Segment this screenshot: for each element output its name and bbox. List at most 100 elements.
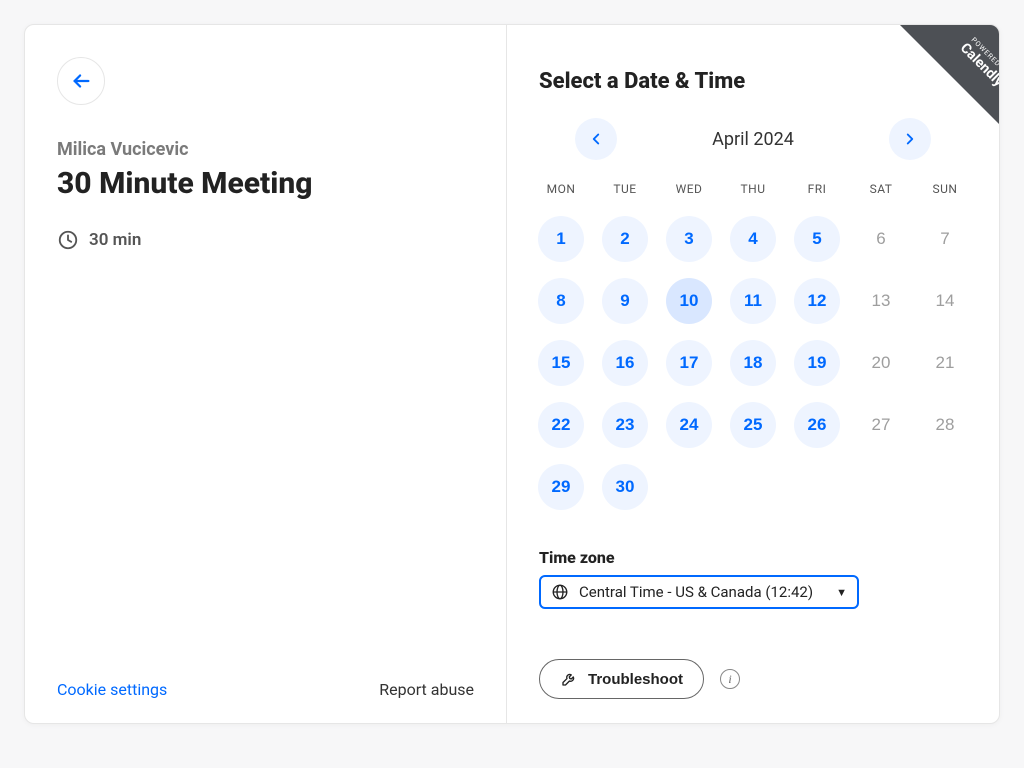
caret-down-icon: ▼ bbox=[836, 586, 847, 599]
day-cell: 25 bbox=[723, 396, 783, 454]
month-navigation: April 2024 bbox=[531, 118, 975, 160]
calendar-day-unavailable: 28 bbox=[922, 402, 968, 448]
day-cell bbox=[787, 458, 847, 516]
day-cell bbox=[723, 458, 783, 516]
calendar-day-unavailable: 13 bbox=[858, 278, 904, 324]
event-details-pane: Milica Vucicevic 30 Minute Meeting 30 mi… bbox=[25, 25, 507, 723]
calendar-day-available[interactable]: 22 bbox=[538, 402, 584, 448]
left-footer: Cookie settings Report abuse bbox=[57, 680, 474, 699]
calendar-day-available[interactable]: 24 bbox=[666, 402, 712, 448]
day-cell: 28 bbox=[915, 396, 975, 454]
troubleshoot-button[interactable]: Troubleshoot bbox=[539, 659, 704, 699]
day-cell: 24 bbox=[659, 396, 719, 454]
calendar-day-available[interactable]: 10 bbox=[666, 278, 712, 324]
calendar-day-available[interactable]: 30 bbox=[602, 464, 648, 510]
calendar-day-available[interactable]: 23 bbox=[602, 402, 648, 448]
wrench-icon bbox=[560, 670, 578, 688]
day-cell: 30 bbox=[595, 458, 655, 516]
day-cell: 12 bbox=[787, 272, 847, 330]
calendar-day-unavailable: 20 bbox=[858, 340, 904, 386]
day-cell: 7 bbox=[915, 210, 975, 268]
calendar-day-unavailable: 6 bbox=[858, 216, 904, 262]
calendar-day-available[interactable]: 18 bbox=[730, 340, 776, 386]
calendar-day-unavailable: 21 bbox=[922, 340, 968, 386]
date-time-pane: Select a Date & Time April 2024 MONTUEWE… bbox=[507, 25, 999, 723]
calendar-day-available[interactable]: 11 bbox=[730, 278, 776, 324]
globe-icon bbox=[551, 583, 569, 601]
duration-row: 30 min bbox=[57, 229, 474, 251]
day-cell: 21 bbox=[915, 334, 975, 392]
day-cell: 10 bbox=[659, 272, 719, 330]
calendar-day-available[interactable]: 1 bbox=[538, 216, 584, 262]
day-cell: 18 bbox=[723, 334, 783, 392]
day-cell: 23 bbox=[595, 396, 655, 454]
duration-label: 30 min bbox=[89, 230, 141, 250]
prev-month-button[interactable] bbox=[575, 118, 617, 160]
troubleshoot-label: Troubleshoot bbox=[588, 671, 683, 688]
info-icon[interactable]: i bbox=[720, 669, 740, 689]
day-cell: 17 bbox=[659, 334, 719, 392]
day-cell: 29 bbox=[531, 458, 591, 516]
day-cell: 26 bbox=[787, 396, 847, 454]
calendar-day-available[interactable]: 5 bbox=[794, 216, 840, 262]
day-of-week-header: THU bbox=[723, 176, 783, 206]
day-cell: 20 bbox=[851, 334, 911, 392]
calendar-day-unavailable: 14 bbox=[922, 278, 968, 324]
calendar-day-unavailable: 7 bbox=[922, 216, 968, 262]
day-cell: 22 bbox=[531, 396, 591, 454]
day-cell bbox=[915, 458, 975, 516]
chevron-right-icon bbox=[901, 130, 919, 148]
timezone-value: Central Time - US & Canada (12:42) bbox=[579, 583, 813, 601]
day-of-week-header: SAT bbox=[851, 176, 911, 206]
right-footer: Troubleshoot i bbox=[539, 659, 975, 699]
day-cell: 3 bbox=[659, 210, 719, 268]
day-of-week-header: FRI bbox=[787, 176, 847, 206]
calendar-day-available[interactable]: 26 bbox=[794, 402, 840, 448]
day-cell: 4 bbox=[723, 210, 783, 268]
day-cell: 16 bbox=[595, 334, 655, 392]
calendar-day-available[interactable]: 4 bbox=[730, 216, 776, 262]
clock-icon bbox=[57, 229, 79, 251]
month-label: April 2024 bbox=[693, 129, 813, 150]
day-cell: 13 bbox=[851, 272, 911, 330]
timezone-label: Time zone bbox=[539, 548, 975, 567]
calendar-day-available[interactable]: 29 bbox=[538, 464, 584, 510]
event-title: 30 Minute Meeting bbox=[57, 166, 474, 201]
calendar-day-available[interactable]: 2 bbox=[602, 216, 648, 262]
day-of-week-header: MON bbox=[531, 176, 591, 206]
day-cell: 8 bbox=[531, 272, 591, 330]
calendar-day-available[interactable]: 3 bbox=[666, 216, 712, 262]
day-cell: 14 bbox=[915, 272, 975, 330]
timezone-select[interactable]: Central Time - US & Canada (12:42) ▼ bbox=[539, 575, 859, 609]
host-name: Milica Vucicevic bbox=[57, 139, 474, 160]
calendar-grid: MONTUEWEDTHUFRISATSUN1234567891011121314… bbox=[531, 176, 975, 516]
calendar-day-available[interactable]: 16 bbox=[602, 340, 648, 386]
chevron-left-icon bbox=[587, 130, 605, 148]
arrow-left-icon bbox=[70, 70, 92, 92]
cookie-settings-link[interactable]: Cookie settings bbox=[57, 680, 167, 699]
day-cell bbox=[851, 458, 911, 516]
calendar-day-available[interactable]: 9 bbox=[602, 278, 648, 324]
next-month-button[interactable] bbox=[889, 118, 931, 160]
calendar-day-available[interactable]: 19 bbox=[794, 340, 840, 386]
back-button[interactable] bbox=[57, 57, 105, 105]
day-cell: 27 bbox=[851, 396, 911, 454]
calendar-day-available[interactable]: 25 bbox=[730, 402, 776, 448]
day-cell: 1 bbox=[531, 210, 591, 268]
day-cell: 5 bbox=[787, 210, 847, 268]
day-cell: 19 bbox=[787, 334, 847, 392]
day-of-week-header: TUE bbox=[595, 176, 655, 206]
calendar-day-unavailable: 27 bbox=[858, 402, 904, 448]
day-cell: 11 bbox=[723, 272, 783, 330]
select-date-heading: Select a Date & Time bbox=[539, 69, 975, 94]
day-cell: 9 bbox=[595, 272, 655, 330]
calendar-day-available[interactable]: 8 bbox=[538, 278, 584, 324]
day-of-week-header: SUN bbox=[915, 176, 975, 206]
calendar-day-available[interactable]: 15 bbox=[538, 340, 584, 386]
calendar-day-available[interactable]: 12 bbox=[794, 278, 840, 324]
day-cell: 6 bbox=[851, 210, 911, 268]
report-abuse-link[interactable]: Report abuse bbox=[379, 680, 474, 699]
day-cell bbox=[659, 458, 719, 516]
day-cell: 15 bbox=[531, 334, 591, 392]
calendar-day-available[interactable]: 17 bbox=[666, 340, 712, 386]
